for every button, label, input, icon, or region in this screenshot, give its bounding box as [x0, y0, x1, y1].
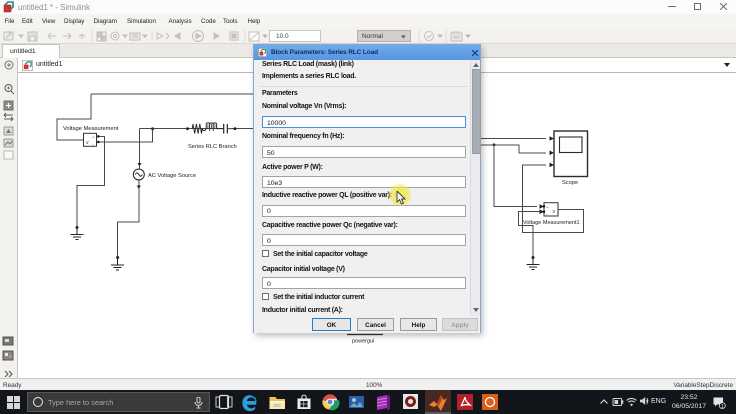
svg-text:Scope: Scope	[562, 180, 578, 186]
svg-text:1: 1	[721, 404, 724, 409]
svg-text:Voltage Measurement1: Voltage Measurement1	[523, 220, 580, 226]
svg-text:powergui: powergui	[352, 339, 374, 345]
svg-text:AC Voltage Source: AC Voltage Source	[148, 173, 196, 179]
svg-text:Series RLC Branch: Series RLC Branch	[188, 144, 237, 150]
svg-text:Voltage Measurement: Voltage Measurement	[63, 126, 119, 132]
